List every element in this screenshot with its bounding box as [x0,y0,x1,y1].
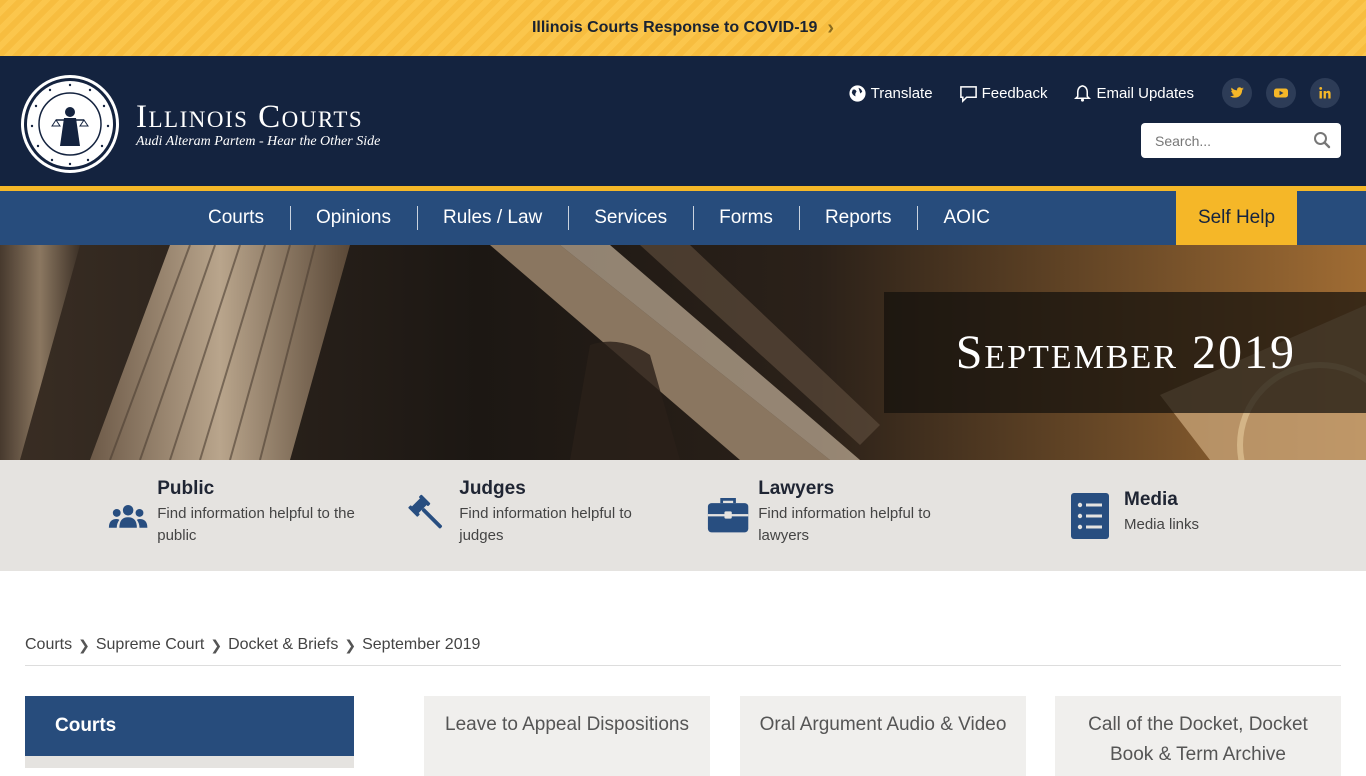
globe-icon [849,84,866,102]
site-motto: Audi Alteram Partem - Hear the Other Sid… [136,133,381,149]
audience-public-title: Public [157,478,215,499]
breadcrumb-docket-briefs[interactable]: Docket & Briefs [228,636,338,654]
translate-label: Translate [870,84,933,102]
sidebar-menu [25,756,354,768]
audience-links: Public Find information helpful to the p… [0,460,1366,571]
audience-media-title: Media [1124,489,1178,510]
feedback-link[interactable]: Feedback [959,84,1048,103]
bell-icon [1074,84,1092,102]
alert-text[interactable]: Illinois Courts Response to COVID-19 [532,19,817,37]
chevron-right-icon: › [827,16,835,39]
covid-alert-banner[interactable]: Illinois Courts Response to COVID-19 › [0,0,1366,56]
card-call-of-docket[interactable]: Call of the Docket, Docket Book & Term A… [1055,696,1341,776]
audience-judges[interactable]: Judges Find information helpful to judge… [407,478,667,547]
nav-courts[interactable]: Courts [182,191,290,245]
site-title: Illinois Courts [136,98,364,135]
hero-banner: September 2019 [0,245,1366,460]
supreme-court-seal-icon [21,75,119,173]
users-icon [108,505,148,528]
audience-lawyers-title: Lawyers [758,478,835,499]
linkedin-icon [1319,87,1331,99]
nav-services[interactable]: Services [568,191,693,245]
audience-media[interactable]: Media Media links [1070,489,1290,540]
self-help-button[interactable]: Self Help [1176,191,1297,245]
list-document-icon [1071,493,1109,539]
breadcrumb-courts[interactable]: Courts [25,636,72,654]
sidebar-heading[interactable]: Courts [25,696,354,756]
card-oral-argument[interactable]: Oral Argument Audio & Video [740,696,1026,776]
comment-icon [959,85,977,103]
briefcase-icon [707,498,749,533]
hero-title-box: September 2019 [884,292,1366,413]
breadcrumb-divider [25,665,1341,666]
email-updates-link[interactable]: Email Updates [1073,84,1194,103]
chevron-right-icon: ❯ [210,636,223,653]
logo[interactable]: Illinois Courts Audi Alteram Partem - He… [20,74,380,174]
translate-link[interactable]: Translate [848,84,933,103]
nav-rules-law[interactable]: Rules / Law [416,191,568,245]
search-input[interactable] [1155,132,1315,149]
nav-reports[interactable]: Reports [798,191,918,245]
youtube-button[interactable] [1266,78,1296,108]
breadcrumb-supreme-court[interactable]: Supreme Court [96,636,205,654]
card-leave-to-appeal[interactable]: Leave to Appeal Dispositions [424,696,710,776]
linkedin-button[interactable] [1310,78,1340,108]
email-updates-label: Email Updates [1096,84,1194,102]
audience-lawyers[interactable]: Lawyers Find information helpful to lawy… [707,478,967,547]
audience-judges-title: Judges [459,478,526,499]
page-title: September 2019 [955,326,1296,379]
audience-public[interactable]: Public Find information helpful to the p… [108,478,368,547]
nav-forms[interactable]: Forms [693,191,799,245]
main-nav: Courts Opinions Rules / Law Services For… [0,191,1366,245]
nav-opinions[interactable]: Opinions [289,191,417,245]
audience-judges-desc: Find information helpful to judges [459,505,632,544]
gavel-icon [408,494,443,529]
chevron-right-icon: ❯ [344,636,357,653]
chevron-right-icon: ❯ [78,636,90,653]
twitter-button[interactable] [1222,78,1252,108]
search-icon[interactable] [1313,131,1331,149]
site-header: Illinois Courts Audi Alteram Partem - He… [0,56,1366,191]
feedback-label: Feedback [981,84,1048,102]
social-links [1222,78,1340,108]
search-box [1141,123,1341,158]
youtube-icon [1274,88,1288,98]
breadcrumb-current: September 2019 [362,636,481,653]
utility-links: Translate Feedback Email Updates [848,78,1340,108]
twitter-icon [1230,87,1244,98]
audience-media-desc: Media links [1124,516,1200,533]
nav-aoic[interactable]: AOIC [917,191,1015,245]
audience-public-desc: Find information helpful to the public [157,505,355,544]
breadcrumb: Courts ❯ Supreme Court ❯ Docket & Briefs… [25,636,480,654]
audience-lawyers-desc: Find information helpful to lawyers [758,505,931,544]
